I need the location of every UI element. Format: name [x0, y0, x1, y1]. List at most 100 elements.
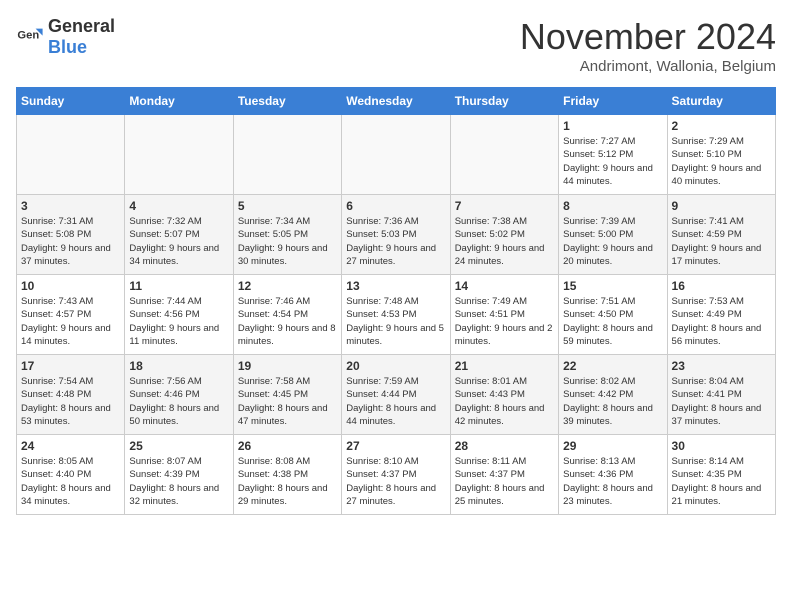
day-header-sunday: Sunday: [17, 88, 125, 115]
day-number: 20: [346, 359, 445, 373]
day-info: Sunrise: 7:49 AM Sunset: 4:51 PM Dayligh…: [455, 295, 554, 348]
day-number: 2: [672, 119, 771, 133]
day-info: Sunrise: 8:02 AM Sunset: 4:42 PM Dayligh…: [563, 375, 662, 428]
calendar-cell: 8 Sunrise: 7:39 AM Sunset: 5:00 PM Daylig…: [559, 195, 667, 275]
day-info: Sunrise: 8:13 AM Sunset: 4:36 PM Dayligh…: [563, 455, 662, 508]
day-number: 17: [21, 359, 120, 373]
day-number: 28: [455, 439, 554, 453]
day-number: 22: [563, 359, 662, 373]
day-info: Sunrise: 8:08 AM Sunset: 4:38 PM Dayligh…: [238, 455, 337, 508]
day-number: 23: [672, 359, 771, 373]
day-info: Sunrise: 7:43 AM Sunset: 4:57 PM Dayligh…: [21, 295, 120, 348]
calendar-cell: 19Sunrise: 7:58 AM Sunset: 4:45 PM Dayli…: [233, 355, 341, 435]
day-info: Sunrise: 7:54 AM Sunset: 4:48 PM Dayligh…: [21, 375, 120, 428]
day-info: Sunrise: 7:32 AM Sunset: 5:07 PM Dayligh…: [129, 215, 228, 268]
calendar-cell: 10 Sunrise: 7:43 AM Sunset: 4:57 PM Dayli…: [17, 275, 125, 355]
day-number: 7: [455, 199, 554, 213]
calendar-cell: 14Sunrise: 7:49 AM Sunset: 4:51 PM Dayli…: [450, 275, 558, 355]
day-number: 18: [129, 359, 228, 373]
day-number: 27: [346, 439, 445, 453]
week-row-3: 10 Sunrise: 7:43 AM Sunset: 4:57 PM Dayli…: [17, 275, 776, 355]
day-number: 10: [21, 279, 120, 293]
day-number: 9: [672, 199, 771, 213]
day-info: Sunrise: 7:29 AM Sunset: 5:10 PM Dayligh…: [672, 135, 771, 188]
day-header-thursday: Thursday: [450, 88, 558, 115]
week-row-4: 17 Sunrise: 7:54 AM Sunset: 4:48 PM Dayli…: [17, 355, 776, 435]
calendar-cell: 9Sunrise: 7:41 AM Sunset: 4:59 PM Daylig…: [667, 195, 775, 275]
week-row-5: 24Sunrise: 8:05 AM Sunset: 4:40 PM Dayli…: [17, 435, 776, 515]
logo-text-blue: Blue: [48, 37, 87, 57]
title-area: November 2024 Andrimont, Wallonia, Belgi…: [520, 16, 776, 75]
page-header: Gen General Blue November 2024 Andrimont…: [16, 16, 776, 75]
day-info: Sunrise: 7:58 AM Sunset: 4:45 PM Dayligh…: [238, 375, 337, 428]
svg-text:Gen: Gen: [17, 29, 39, 41]
calendar-table: SundayMondayTuesdayWednesdayThursdayFrid…: [16, 87, 776, 515]
day-header-saturday: Saturday: [667, 88, 775, 115]
calendar-cell: 5 Sunrise: 7:34 AM Sunset: 5:05 PM Daylig…: [233, 195, 341, 275]
day-info: Sunrise: 7:48 AM Sunset: 4:53 PM Dayligh…: [346, 295, 445, 348]
day-info: Sunrise: 7:51 AM Sunset: 4:50 PM Dayligh…: [563, 295, 662, 348]
calendar-cell: [450, 115, 558, 195]
day-number: 3: [21, 199, 120, 213]
day-info: Sunrise: 7:59 AM Sunset: 4:44 PM Dayligh…: [346, 375, 445, 428]
day-number: 4: [129, 199, 228, 213]
calendar-cell: 15 Sunrise: 7:51 AM Sunset: 4:50 PM Dayli…: [559, 275, 667, 355]
calendar-cell: 18 Sunrise: 7:56 AM Sunset: 4:46 PM Dayli…: [125, 355, 233, 435]
calendar-cell: 6Sunrise: 7:36 AM Sunset: 5:03 PM Daylig…: [342, 195, 450, 275]
calendar-cell: 20 Sunrise: 7:59 AM Sunset: 4:44 PM Dayli…: [342, 355, 450, 435]
calendar-cell: 11 Sunrise: 7:44 AM Sunset: 4:56 PM Dayli…: [125, 275, 233, 355]
calendar-cell: 13 Sunrise: 7:48 AM Sunset: 4:53 PM Dayli…: [342, 275, 450, 355]
day-number: 5: [238, 199, 337, 213]
calendar-cell: 24Sunrise: 8:05 AM Sunset: 4:40 PM Dayli…: [17, 435, 125, 515]
calendar-cell: 7 Sunrise: 7:38 AM Sunset: 5:02 PM Daylig…: [450, 195, 558, 275]
week-row-2: 3Sunrise: 7:31 AM Sunset: 5:08 PM Daylig…: [17, 195, 776, 275]
day-number: 13: [346, 279, 445, 293]
calendar-cell: [125, 115, 233, 195]
calendar-cell: 12 Sunrise: 7:46 AM Sunset: 4:54 PM Dayli…: [233, 275, 341, 355]
day-info: Sunrise: 7:53 AM Sunset: 4:49 PM Dayligh…: [672, 295, 771, 348]
calendar-cell: 29 Sunrise: 8:13 AM Sunset: 4:36 PM Dayli…: [559, 435, 667, 515]
day-number: 30: [672, 439, 771, 453]
day-info: Sunrise: 8:10 AM Sunset: 4:37 PM Dayligh…: [346, 455, 445, 508]
calendar-cell: [342, 115, 450, 195]
day-info: Sunrise: 8:04 AM Sunset: 4:41 PM Dayligh…: [672, 375, 771, 428]
day-number: 16: [672, 279, 771, 293]
logo-icon: Gen: [16, 23, 44, 51]
day-header-friday: Friday: [559, 88, 667, 115]
day-number: 15: [563, 279, 662, 293]
day-info: Sunrise: 7:56 AM Sunset: 4:46 PM Dayligh…: [129, 375, 228, 428]
location-subtitle: Andrimont, Wallonia, Belgium: [520, 58, 776, 75]
calendar-cell: 26 Sunrise: 8:08 AM Sunset: 4:38 PM Dayli…: [233, 435, 341, 515]
day-number: 12: [238, 279, 337, 293]
day-info: Sunrise: 7:39 AM Sunset: 5:00 PM Dayligh…: [563, 215, 662, 268]
day-number: 29: [563, 439, 662, 453]
calendar-cell: 2 Sunrise: 7:29 AM Sunset: 5:10 PM Daylig…: [667, 115, 775, 195]
calendar-cell: 28Sunrise: 8:11 AM Sunset: 4:37 PM Dayli…: [450, 435, 558, 515]
calendar-cell: 22 Sunrise: 8:02 AM Sunset: 4:42 PM Dayli…: [559, 355, 667, 435]
day-info: Sunrise: 8:14 AM Sunset: 4:35 PM Dayligh…: [672, 455, 771, 508]
day-header-monday: Monday: [125, 88, 233, 115]
calendar-cell: [17, 115, 125, 195]
day-info: Sunrise: 7:34 AM Sunset: 5:05 PM Dayligh…: [238, 215, 337, 268]
day-header-wednesday: Wednesday: [342, 88, 450, 115]
calendar-cell: 3Sunrise: 7:31 AM Sunset: 5:08 PM Daylig…: [17, 195, 125, 275]
day-info: Sunrise: 7:27 AM Sunset: 5:12 PM Dayligh…: [563, 135, 662, 188]
month-title: November 2024: [520, 16, 776, 58]
calendar-cell: 27 Sunrise: 8:10 AM Sunset: 4:37 PM Dayli…: [342, 435, 450, 515]
day-number: 1: [563, 119, 662, 133]
calendar-cell: 21Sunrise: 8:01 AM Sunset: 4:43 PM Dayli…: [450, 355, 558, 435]
day-info: Sunrise: 7:46 AM Sunset: 4:54 PM Dayligh…: [238, 295, 337, 348]
calendar-cell: 17 Sunrise: 7:54 AM Sunset: 4:48 PM Dayli…: [17, 355, 125, 435]
day-info: Sunrise: 7:38 AM Sunset: 5:02 PM Dayligh…: [455, 215, 554, 268]
day-number: 6: [346, 199, 445, 213]
day-info: Sunrise: 7:44 AM Sunset: 4:56 PM Dayligh…: [129, 295, 228, 348]
calendar-cell: 16 Sunrise: 7:53 AM Sunset: 4:49 PM Dayli…: [667, 275, 775, 355]
day-number: 25: [129, 439, 228, 453]
day-number: 26: [238, 439, 337, 453]
day-info: Sunrise: 8:07 AM Sunset: 4:39 PM Dayligh…: [129, 455, 228, 508]
day-number: 8: [563, 199, 662, 213]
calendar-cell: 4 Sunrise: 7:32 AM Sunset: 5:07 PM Daylig…: [125, 195, 233, 275]
day-number: 11: [129, 279, 228, 293]
calendar-cell: 25 Sunrise: 8:07 AM Sunset: 4:39 PM Dayli…: [125, 435, 233, 515]
logo: Gen General Blue: [16, 16, 115, 58]
